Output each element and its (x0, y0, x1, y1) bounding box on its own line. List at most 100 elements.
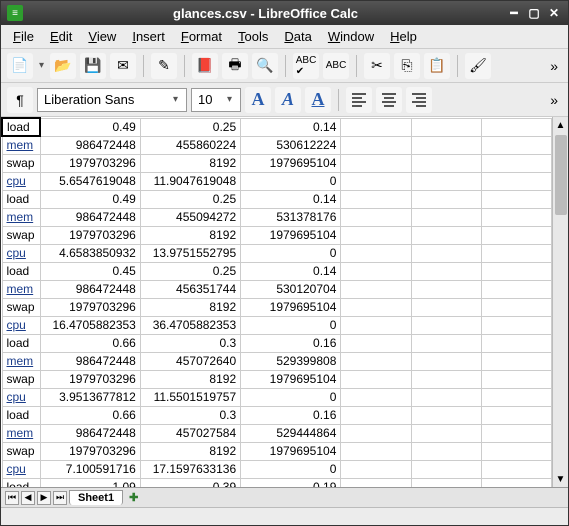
save-button[interactable]: 💾 (80, 53, 106, 79)
cell[interactable]: 8192 (140, 298, 240, 316)
autospell-button[interactable]: ABC (323, 53, 349, 79)
cell[interactable] (481, 352, 551, 370)
tab-last-button[interactable]: ⏭ (53, 491, 67, 505)
cell[interactable] (411, 334, 481, 352)
cell[interactable] (411, 388, 481, 406)
cell-grid[interactable]: load0.490.250.14mem986472448455860224530… (1, 117, 552, 487)
toolbar-overflow-icon[interactable]: » (546, 58, 562, 74)
cell[interactable] (481, 118, 551, 136)
cell[interactable] (481, 442, 551, 460)
cell[interactable]: load (2, 406, 40, 424)
cell[interactable] (341, 442, 411, 460)
cell[interactable] (341, 226, 411, 244)
menu-format[interactable]: Format (175, 27, 228, 46)
export-pdf-button[interactable]: 📕 (192, 53, 218, 79)
cell[interactable] (481, 298, 551, 316)
cell[interactable]: cpu (2, 172, 40, 190)
cell[interactable]: 13.9751552795 (140, 244, 240, 262)
tab-next-button[interactable]: ▶ (37, 491, 51, 505)
cell[interactable]: mem (2, 352, 40, 370)
format-paintbrush-button[interactable]: 🖌 (465, 53, 491, 79)
cell[interactable]: load (2, 190, 40, 208)
align-right-button[interactable] (406, 87, 432, 113)
cut-button[interactable]: ✂ (364, 53, 390, 79)
cell[interactable] (481, 280, 551, 298)
cell[interactable]: 0.14 (241, 190, 341, 208)
cell[interactable]: load (2, 262, 40, 280)
cell[interactable] (341, 118, 411, 136)
cell[interactable] (411, 190, 481, 208)
cell[interactable] (481, 172, 551, 190)
scroll-thumb[interactable] (555, 135, 567, 215)
cell[interactable]: load (2, 478, 40, 487)
cell[interactable]: 0.3 (140, 406, 240, 424)
cell[interactable]: 456351744 (140, 280, 240, 298)
cell[interactable]: 0.19 (241, 478, 341, 487)
cell[interactable]: 17.1597633136 (140, 460, 240, 478)
cell[interactable]: load (2, 334, 40, 352)
cell[interactable] (411, 118, 481, 136)
cell[interactable]: 3.9513677812 (40, 388, 140, 406)
cell[interactable] (481, 244, 551, 262)
cell[interactable]: 1979703296 (40, 370, 140, 388)
cell[interactable]: 8192 (140, 154, 240, 172)
cell[interactable]: 0 (241, 172, 341, 190)
cell[interactable]: 530612224 (241, 136, 341, 154)
cell[interactable]: mem (2, 280, 40, 298)
cell[interactable]: 986472448 (40, 208, 140, 226)
scroll-down-icon[interactable]: ▼ (553, 471, 568, 487)
cell[interactable] (411, 280, 481, 298)
cell[interactable]: 0 (241, 316, 341, 334)
cell[interactable] (411, 406, 481, 424)
cell[interactable]: 4.6583850932 (40, 244, 140, 262)
cell[interactable]: 1979695104 (241, 154, 341, 172)
minimize-button[interactable]: ━ (506, 5, 522, 21)
cell[interactable]: 0.66 (40, 334, 140, 352)
cell[interactable] (341, 172, 411, 190)
cell[interactable]: cpu (2, 316, 40, 334)
cell[interactable] (481, 262, 551, 280)
cell[interactable]: 0.49 (40, 118, 140, 136)
menu-tools[interactable]: Tools (232, 27, 274, 46)
cell[interactable]: 11.9047619048 (140, 172, 240, 190)
cell[interactable] (411, 316, 481, 334)
menu-view[interactable]: View (82, 27, 122, 46)
cell[interactable]: 7.100591716 (40, 460, 140, 478)
cell[interactable] (481, 388, 551, 406)
cell[interactable]: 1979703296 (40, 226, 140, 244)
cell[interactable]: mem (2, 136, 40, 154)
cell[interactable] (341, 244, 411, 262)
cell[interactable] (411, 208, 481, 226)
cell[interactable]: 455860224 (140, 136, 240, 154)
cell[interactable]: 0.45 (40, 262, 140, 280)
cell[interactable]: 0.14 (241, 118, 341, 136)
cell[interactable]: swap (2, 154, 40, 172)
menu-insert[interactable]: Insert (126, 27, 171, 46)
cell[interactable]: 0.14 (241, 262, 341, 280)
cell[interactable] (341, 352, 411, 370)
cell[interactable] (341, 424, 411, 442)
cell[interactable] (341, 478, 411, 487)
spellcheck-button[interactable]: ABC✔ (293, 53, 319, 79)
cell[interactable]: 1979695104 (241, 298, 341, 316)
cell[interactable]: 986472448 (40, 280, 140, 298)
cell[interactable] (411, 442, 481, 460)
cell[interactable] (481, 424, 551, 442)
add-sheet-button[interactable]: ✚ (125, 491, 142, 504)
underline-button[interactable]: A (305, 87, 331, 113)
menu-window[interactable]: Window (322, 27, 380, 46)
align-center-button[interactable] (376, 87, 402, 113)
cell[interactable]: 986472448 (40, 424, 140, 442)
copy-button[interactable]: ⎘ (394, 53, 420, 79)
cell[interactable] (341, 136, 411, 154)
cell[interactable] (341, 406, 411, 424)
cell[interactable] (411, 262, 481, 280)
cell[interactable]: mem (2, 208, 40, 226)
cell[interactable]: 0.16 (241, 334, 341, 352)
cell[interactable]: 0.16 (241, 406, 341, 424)
menu-edit[interactable]: Edit (44, 27, 78, 46)
print-button[interactable]: 🖶 (222, 53, 248, 79)
cell[interactable]: 986472448 (40, 136, 140, 154)
cell[interactable] (481, 370, 551, 388)
cell[interactable] (481, 154, 551, 172)
